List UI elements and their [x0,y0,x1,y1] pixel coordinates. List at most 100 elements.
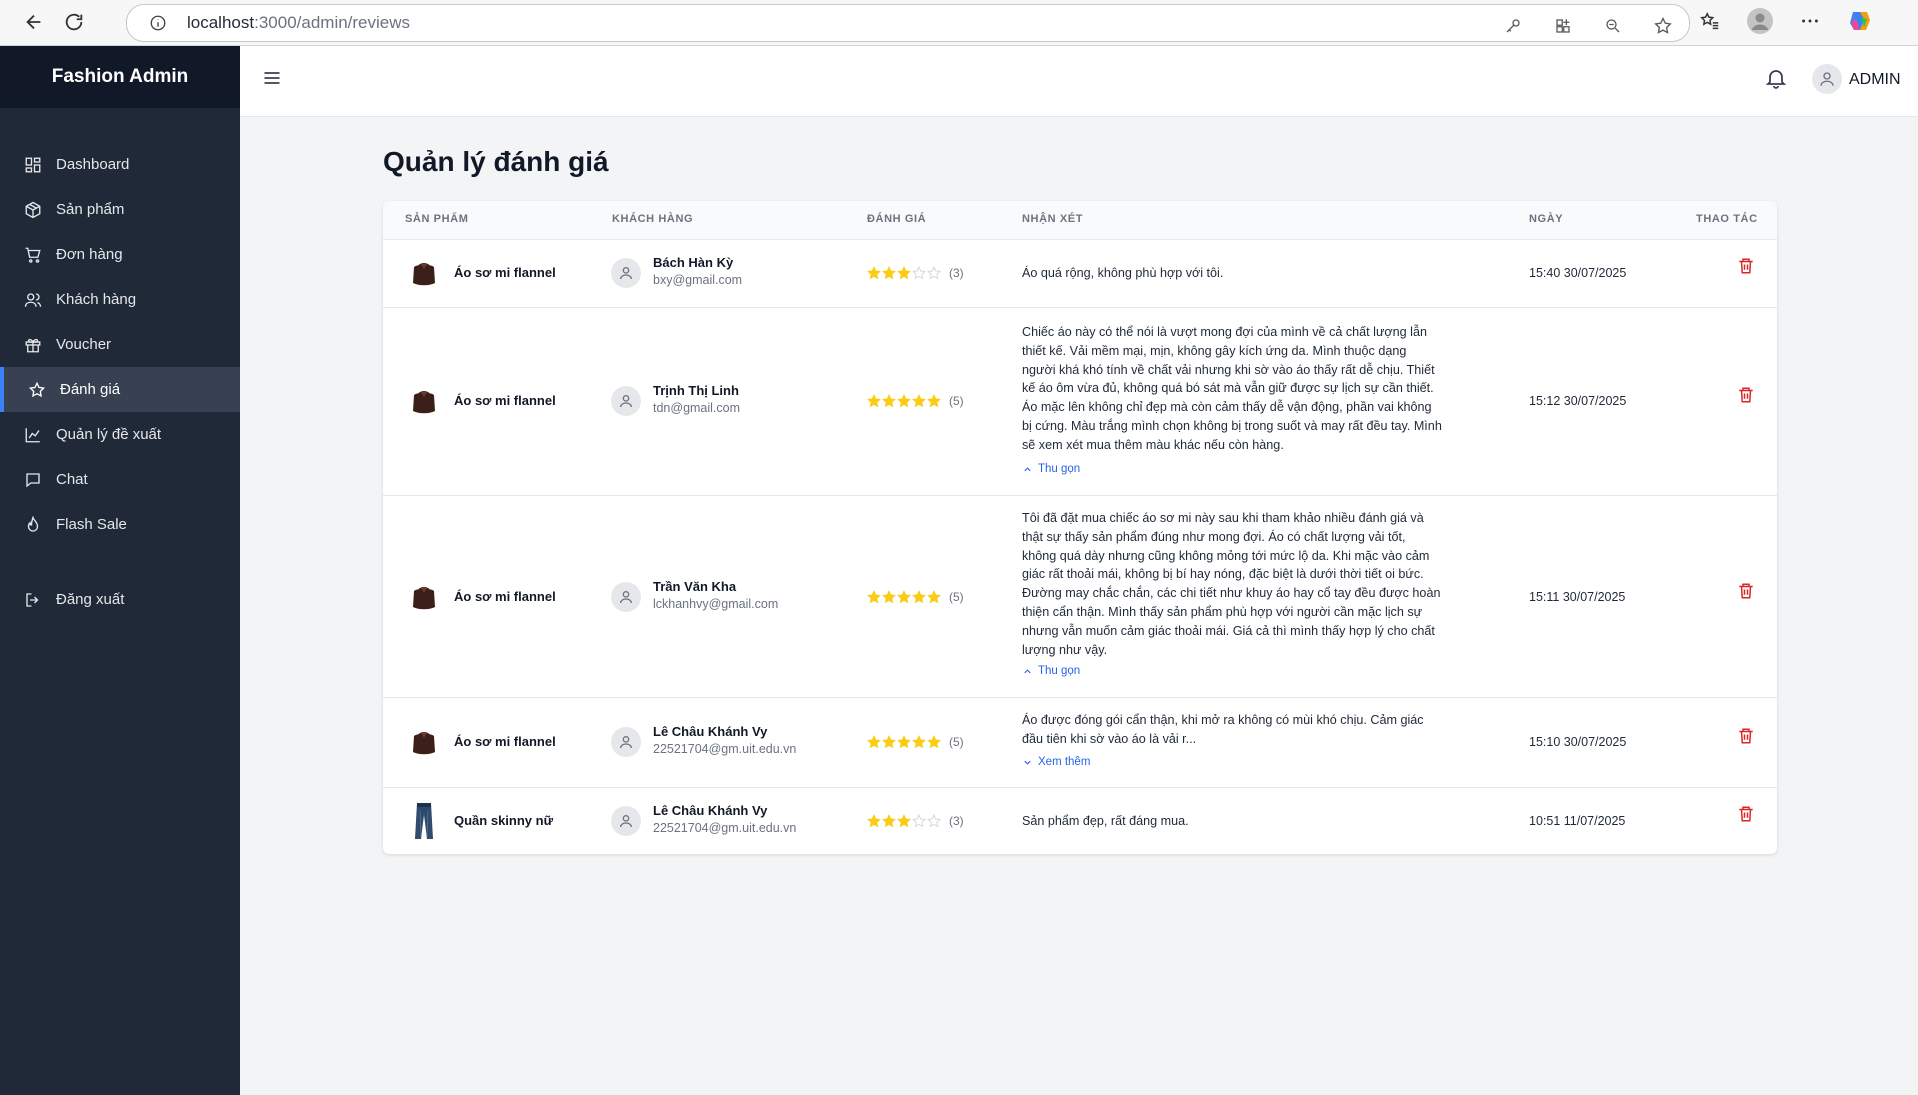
grid-icon [25,157,41,172]
review-comment: Sản phẩm đẹp, rất đáng mua. [1022,814,1189,828]
site-info-icon[interactable] [149,14,167,37]
customer-email: 22521704@gm.uit.edu.vn [653,742,797,756]
star-filled-icon [897,735,911,749]
sidebar-item-label: Flash Sale [56,516,127,533]
review-date: 15:10 30/07/2025 [1529,735,1627,749]
user-icon [620,591,632,604]
back-arrow-icon[interactable] [20,8,48,36]
sidebar-item-flash-sale[interactable]: Flash Sale [0,502,240,547]
apps-icon[interactable] [1549,12,1577,40]
users-icon [24,292,42,307]
product-name: Áo sơ mi flannel [454,734,556,749]
collapse-toggle[interactable]: Thu gọn [1022,463,1080,475]
delete-button[interactable] [1737,385,1755,410]
star-empty-icon [912,814,926,828]
sidebar-item-orders[interactable]: Đơn hàng [0,232,240,277]
trash-icon [1739,583,1753,599]
column-header-rating: ĐÁNH GIÁ [867,213,927,225]
user-icon [620,395,632,408]
zoom-out-icon[interactable] [1599,12,1627,40]
logout-icon [26,592,39,607]
sidebar-item-customers[interactable]: Khách hàng [0,277,240,322]
star-filled-icon [927,394,941,408]
customer-name: Trịnh Thị Linh [653,383,739,398]
trash-icon [1739,728,1753,744]
column-header-comment: NHẬN XÉT [1022,213,1084,225]
copilot-icon[interactable] [1846,7,1874,35]
table-row: Áo sơ mi flannel Trịnh Thị Linh tdn@gmai… [383,307,1777,496]
sidebar-item-voucher[interactable]: Voucher [0,322,240,367]
customer-email: bxy@gmail.com [653,273,743,287]
delete-button[interactable] [1737,256,1755,281]
chevron-up-icon [1024,668,1031,673]
trash-icon [1739,806,1753,822]
rating-count: (5) [949,590,964,604]
sidebar-item-dashboard[interactable]: Dashboard [0,142,240,187]
star-filled-icon [867,590,881,604]
top-header: ADMIN [240,46,1918,117]
delete-button[interactable] [1737,804,1755,829]
collapse-toggle[interactable]: Thu gọn [1022,665,1080,677]
star-empty-icon [912,266,926,280]
jeans-product-image [415,803,433,839]
sidebar-item-reviews[interactable]: Đánh giá [0,367,240,412]
sidebar-item-products[interactable]: Sản phẩm [0,187,240,232]
customer-avatar [611,258,641,288]
table-row: Áo sơ mi flannel Lê Châu Khánh Vy 225217… [383,697,1777,788]
bell-icon[interactable] [1764,66,1788,95]
sidebar-item-chat[interactable]: Chat [0,457,240,502]
profile-avatar-icon[interactable] [1746,7,1774,35]
sidebar-item-logout[interactable]: Đăng xuất [0,577,240,622]
star-filled-icon [912,590,926,604]
customer-name: Lê Châu Khánh Vy [653,724,768,739]
expand-toggle[interactable]: Xem thêm [1022,756,1090,768]
shirt-product-image [413,732,435,755]
star-filled-icon [927,590,941,604]
flame-icon [27,515,39,532]
star-filled-icon [882,266,896,280]
sidebar-menu: Dashboard Sản phẩm Đơn hàng Khách hàng V… [0,142,240,622]
favorites-list-icon[interactable] [1696,7,1724,35]
delete-button[interactable] [1737,726,1755,751]
user-name[interactable]: ADMIN [1849,71,1901,89]
star-filled-icon [897,590,911,604]
hamburger-menu-icon[interactable] [262,68,282,93]
review-comment: Tôi đã đặt mua chiếc áo sơ mi này sau kh… [1022,511,1441,657]
chat-icon [26,472,40,487]
customer-avatar [611,806,641,836]
star-rating: (5) [867,735,964,749]
product-name: Áo sơ mi flannel [454,589,556,604]
page-title: Quản lý đánh giá [383,146,609,177]
favorite-star-icon[interactable] [1649,12,1677,40]
rating-count: (3) [949,814,964,828]
star-rating: (5) [867,394,964,408]
sidebar-item-label: Sản phẩm [56,201,125,218]
sidebar-item-recommendations[interactable]: Quản lý đề xuất [0,412,240,457]
reload-icon[interactable] [60,8,88,36]
sidebar: Fashion Admin Dashboard Sản phẩm Đơn hàn… [0,46,240,1095]
user-icon [620,267,632,280]
customer-email: tdn@gmail.com [653,401,741,415]
user-avatar[interactable] [1812,64,1842,94]
review-date: 15:11 30/07/2025 [1529,590,1626,604]
sidebar-item-label: Đơn hàng [56,246,123,263]
review-date: 15:12 30/07/2025 [1529,394,1627,408]
delete-button[interactable] [1737,581,1755,606]
star-filled-icon [897,814,911,828]
brand-title[interactable]: Fashion Admin [0,46,240,108]
column-header-product: SẢN PHẨM [405,213,469,225]
star-filled-icon [912,735,926,749]
star-filled-icon [882,590,896,604]
shirt-product-image [413,391,435,414]
more-menu-icon[interactable] [1796,7,1824,35]
review-date: 10:51 11/07/2025 [1529,814,1626,828]
address-bar[interactable]: localhost:3000/admin/reviews [126,4,1690,42]
customer-email: lckhanhvy@gmail.com [653,597,779,611]
review-comment: Áo quá rộng, không phù hợp với tôi. [1022,266,1224,280]
key-icon[interactable] [1499,12,1527,40]
customer-avatar [611,386,641,416]
sidebar-item-label: Chat [56,471,88,488]
user-icon [620,736,632,749]
star-empty-icon [927,266,941,280]
customer-avatar [611,582,641,612]
